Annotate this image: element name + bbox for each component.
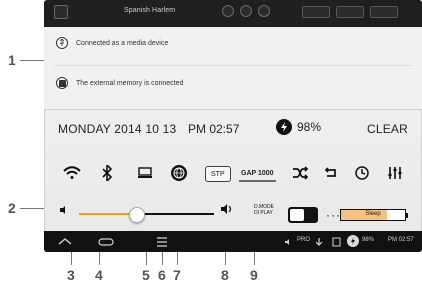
notification-text: Connected as a media device: [76, 39, 169, 47]
callout-4: 4: [95, 267, 103, 283]
clear-button[interactable]: CLEAR: [367, 122, 408, 136]
callout-2: 2: [8, 200, 16, 216]
menu-icon[interactable]: [152, 234, 172, 249]
screenshot-icon: [331, 234, 341, 249]
battery-small-icon: [347, 235, 359, 247]
download-icon: [314, 234, 324, 249]
notification-divider: [54, 65, 412, 66]
device-screen: Spanish Harlem Connected as a media devi…: [44, 0, 422, 252]
top-button-2[interactable]: [336, 6, 364, 18]
stop-label: STP: [211, 170, 225, 178]
volume-low-icon: [58, 204, 68, 218]
top-status-bar: Spanish Harlem: [44, 0, 422, 27]
app-badge-icon: [54, 5, 68, 19]
top-button-3[interactable]: [370, 6, 398, 18]
usb-icon: [56, 37, 68, 49]
display-mode-bottom: DI PLAY: [254, 210, 273, 216]
more-dots-icon: ···: [326, 208, 341, 222]
play-icon[interactable]: [240, 5, 252, 17]
display-mode-toggle[interactable]: [288, 207, 318, 223]
back-icon[interactable]: [56, 234, 74, 249]
shuffle-icon[interactable]: [289, 162, 311, 184]
now-playing-title: Spanish Harlem: [124, 7, 176, 14]
display-mode-label: D.MODE DI PLAY: [254, 204, 284, 216]
quick-settings-row: STP GAP 1000: [44, 157, 422, 193]
sync-icon[interactable]: [351, 162, 373, 184]
battery-icon: [276, 119, 292, 135]
bluetooth-icon[interactable]: [96, 162, 118, 184]
volume-high-icon: [220, 203, 232, 218]
repeat-icon[interactable]: [320, 162, 342, 184]
battery-status: 98%: [276, 119, 321, 135]
memory-icon: [56, 77, 68, 89]
callout-3: 3: [67, 267, 75, 283]
equalizer-icon[interactable]: [384, 162, 406, 184]
next-icon[interactable]: [258, 5, 270, 17]
battery-small-percent: 98%: [362, 237, 375, 243]
notifications-panel: Connected as a media device The external…: [44, 27, 422, 110]
battery-percent: 98%: [297, 120, 322, 134]
callout-8: 8: [221, 267, 229, 283]
dock-icon[interactable]: [134, 162, 156, 184]
wifi-icon[interactable]: [61, 162, 83, 184]
sleep-label: Sleep: [365, 211, 381, 217]
notification-external-memory[interactable]: The external memory is connected: [56, 77, 183, 89]
slider-row: D.MODE DI PLAY ··· Sleep: [44, 197, 422, 231]
top-button-1[interactable]: [302, 6, 330, 18]
sleep-tip: [406, 213, 408, 218]
screenshot-page: 1 2 Spanish Harlem Connected as a media …: [0, 0, 422, 287]
callout-6: 6: [158, 267, 166, 283]
callout-5: 5: [142, 267, 150, 283]
playback-controls: [222, 5, 270, 17]
callout-2-line: [20, 208, 44, 209]
pro-label: PRO: [297, 237, 311, 243]
gap-label: GAP 1000: [241, 169, 274, 177]
callout-1: 1: [8, 52, 16, 68]
home-icon[interactable]: [96, 234, 116, 249]
memory-block: [58, 79, 66, 87]
brightness-slider-track[interactable]: [79, 207, 214, 223]
callout-7: 7: [173, 267, 181, 283]
brightness-slider-thumb[interactable]: [129, 207, 146, 223]
notification-media-device[interactable]: Connected as a media device: [56, 37, 168, 49]
notification-text: The external memory is connected: [76, 79, 184, 87]
gap-badge[interactable]: GAP 1000: [239, 166, 276, 182]
clock-small: PM 02:57: [388, 237, 414, 243]
callout-1-line: [20, 60, 44, 61]
sound-icon: [282, 234, 294, 249]
sleep-timer-bar[interactable]: Sleep: [340, 209, 408, 221]
stop-badge[interactable]: STP: [205, 166, 231, 182]
date-text: MONDAY 2014 10 13: [58, 122, 177, 136]
callout-9: 9: [250, 267, 258, 283]
time-text: PM 02:57: [188, 122, 240, 136]
bottom-navigation-bar: PRO 98% PM 02:57: [44, 231, 422, 252]
top-right-buttons: [302, 6, 398, 18]
status-row: MONDAY 2014 10 13 PM 02:57 98% CLEAR: [44, 110, 422, 150]
globe-icon[interactable]: [171, 165, 187, 181]
prev-icon[interactable]: [222, 5, 234, 17]
toggle-knob: [290, 209, 304, 221]
